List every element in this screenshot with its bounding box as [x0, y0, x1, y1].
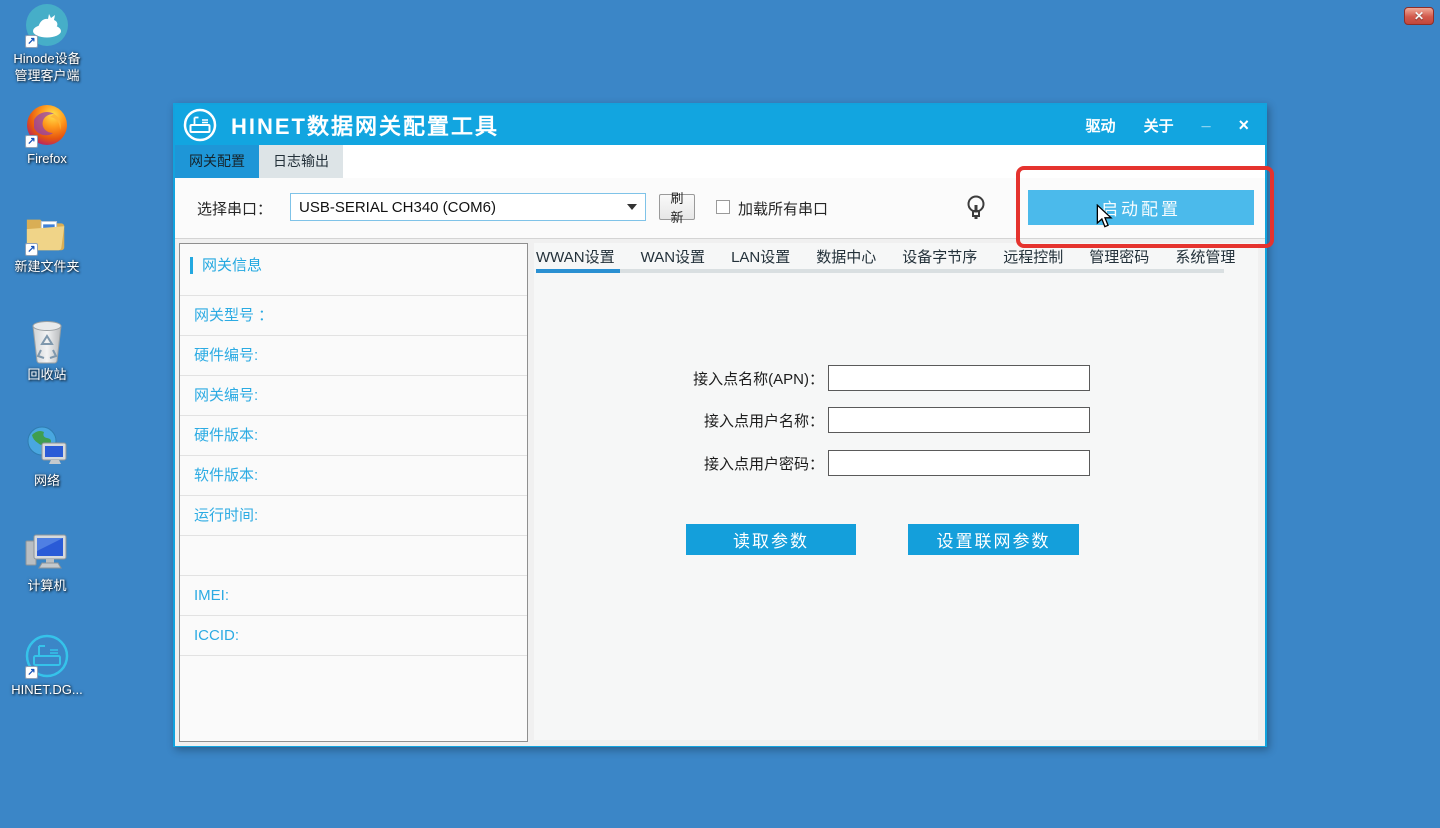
- tip-lightbulb-icon[interactable]: [965, 194, 987, 222]
- desktop-icon-label: Firefox: [27, 151, 67, 168]
- tab-log-output[interactable]: 日志输出: [259, 145, 343, 178]
- screen-overlay-close-button[interactable]: ✕: [1404, 7, 1434, 25]
- active-tab-underline: [536, 269, 620, 273]
- desktop-icon-label: 回收站: [27, 367, 66, 384]
- serial-port-select[interactable]: USB-SERIAL CH340 (COM6): [290, 193, 646, 221]
- gateway-info-panel: 网关信息 网关型号 ： 硬件编号: 网关编号: 硬件版本: 软件版本: 运行时间…: [179, 243, 528, 742]
- desktop-icon-label: 计算机: [27, 578, 66, 595]
- shortcut-arrow-icon: ↗: [25, 135, 38, 148]
- about-menu-button[interactable]: 关于: [1144, 115, 1174, 136]
- desktop-icon-recycle-bin[interactable]: 回收站: [2, 318, 92, 384]
- gateway-info-row-iccid: ICCID:: [180, 615, 527, 656]
- desktop-icon-label: 新建文件夹: [14, 259, 79, 276]
- load-all-ports-label: 加载所有串口: [738, 198, 828, 219]
- gateway-info-row-imei: IMEI:: [180, 575, 527, 615]
- tab-wan-settings[interactable]: WAN设置: [641, 246, 705, 269]
- load-all-ports-checkbox[interactable]: [716, 200, 730, 214]
- serial-port-value: USB-SERIAL CH340 (COM6): [299, 199, 496, 216]
- desktop-icon-label: Hinode设备 管理客户端: [13, 51, 80, 85]
- driver-menu-button[interactable]: 驱动: [1086, 115, 1116, 136]
- main-tab-strip: 网关配置 日志输出: [175, 145, 1265, 178]
- recycle-bin-icon: [24, 318, 70, 364]
- gateway-info-row-hw-id: 硬件编号:: [180, 335, 527, 375]
- content-area: 网关信息 网关型号 ： 硬件编号: 网关编号: 硬件版本: 软件版本: 运行时间…: [175, 239, 1265, 746]
- hinet-router-icon: ↗: [24, 633, 70, 679]
- apn-password-label: 接入点用户密码：: [534, 453, 824, 474]
- apn-password-input[interactable]: [828, 450, 1090, 476]
- gateway-info-header: 网关信息: [190, 257, 262, 274]
- network-icon: [24, 424, 70, 470]
- computer-icon: [24, 529, 70, 575]
- settings-tab-strip: WWAN设置 WAN设置 LAN设置 数据中心 设备字节序 远程控制 管理密码 …: [534, 243, 1258, 269]
- gateway-info-row-gw-id: 网关编号:: [180, 375, 527, 415]
- gateway-info-row-hw-ver: 硬件版本:: [180, 415, 527, 455]
- set-network-params-button[interactable]: 设置联网参数: [908, 524, 1079, 555]
- apn-username-input[interactable]: [828, 407, 1090, 433]
- start-config-button[interactable]: 启动配置: [1028, 190, 1254, 225]
- port-select-label: 选择串口：: [197, 198, 272, 219]
- hinode-client-icon: ↗: [24, 2, 70, 48]
- desktop-icon-firefox[interactable]: ↗ Firefox: [2, 102, 92, 168]
- shortcut-arrow-icon: ↗: [25, 666, 38, 679]
- tab-underline: [536, 269, 1224, 273]
- window-title: HINET数据网关配置工具: [231, 109, 499, 141]
- apn-input[interactable]: [828, 365, 1090, 391]
- tab-lan-settings[interactable]: LAN设置: [731, 246, 790, 269]
- close-button[interactable]: ×: [1238, 115, 1249, 136]
- gateway-info-row-blank: [180, 535, 527, 575]
- gateway-info-row-sw-ver: 软件版本:: [180, 455, 527, 495]
- shortcut-arrow-icon: ↗: [25, 243, 38, 256]
- tab-byte-order[interactable]: 设备字节序: [902, 246, 977, 269]
- settings-panel: WWAN设置 WAN设置 LAN设置 数据中心 设备字节序 远程控制 管理密码 …: [534, 243, 1258, 740]
- apn-label: 接入点名称(APN)：: [534, 368, 824, 389]
- gateway-info-row-uptime: 运行时间:: [180, 495, 527, 535]
- toolbar: 选择串口： USB-SERIAL CH340 (COM6) 刷新 加载所有串口 …: [175, 178, 1265, 239]
- tab-data-center[interactable]: 数据中心: [816, 246, 876, 269]
- desktop-icon-network[interactable]: 网络: [2, 424, 92, 490]
- app-router-icon: [183, 108, 217, 142]
- desktop-icon-label: HINET.DG...: [11, 682, 83, 699]
- tab-remote-control[interactable]: 远程控制: [1003, 246, 1063, 269]
- chevron-down-icon: [627, 204, 637, 210]
- desktop-icon-computer[interactable]: 计算机: [2, 529, 92, 595]
- firefox-icon: ↗: [24, 102, 70, 148]
- app-window: HINET数据网关配置工具 驱动 关于 _ × 网关配置 日志输出 选择串口： …: [173, 103, 1267, 747]
- minimize-button[interactable]: _: [1202, 112, 1211, 130]
- read-params-button[interactable]: 读取参数: [686, 524, 856, 555]
- shortcut-arrow-icon: ↗: [25, 35, 38, 48]
- tab-system-management[interactable]: 系统管理: [1175, 246, 1235, 269]
- titlebar[interactable]: HINET数据网关配置工具 驱动 关于 _ ×: [175, 105, 1265, 145]
- tab-gateway-config[interactable]: 网关配置: [175, 145, 259, 178]
- desktop-icon-new-folder[interactable]: ↗ 新建文件夹: [2, 210, 92, 276]
- tab-wwan-settings[interactable]: WWAN设置: [536, 246, 615, 269]
- desktop-icon-hinode-client[interactable]: ↗ Hinode设备 管理客户端: [2, 2, 92, 85]
- folder-icon: ↗: [24, 210, 70, 256]
- desktop-icon-hinet-dg[interactable]: ↗ HINET.DG...: [2, 633, 92, 699]
- apn-username-label: 接入点用户名称：: [534, 410, 824, 431]
- gateway-info-row-model: 网关型号 ：: [180, 295, 527, 335]
- tab-admin-password[interactable]: 管理密码: [1089, 246, 1149, 269]
- refresh-button[interactable]: 刷新: [659, 194, 695, 220]
- desktop-icon-label: 网络: [34, 473, 60, 490]
